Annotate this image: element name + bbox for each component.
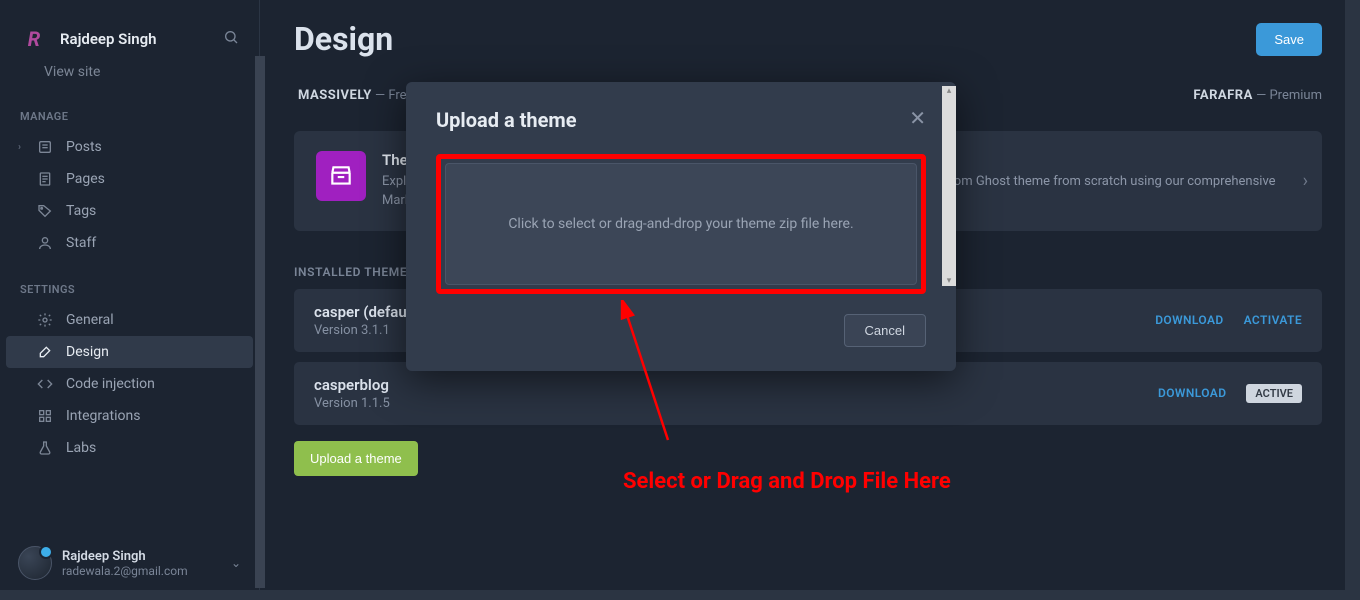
user-name: Rajdeep Singh <box>62 549 221 564</box>
sidebar: R Rajdeep Singh View site MANAGE › Posts… <box>0 0 260 600</box>
active-badge: ACTIVE <box>1246 384 1302 403</box>
sidebar-item-label: Labs <box>66 440 96 456</box>
theme-name: casper (default) <box>314 303 421 321</box>
theme-name: MASSIVELY <box>298 88 372 103</box>
sidebar-item-label: Staff <box>66 235 96 251</box>
sidebar-item-labs[interactable]: Labs <box>0 432 259 464</box>
theme-version: Version 3.1.1 <box>314 323 421 338</box>
sidebar-scrollbar[interactable] <box>255 56 265 588</box>
sidebar-item-integrations[interactable]: Integrations <box>0 400 259 432</box>
theme-name: FARAFRA <box>1193 88 1252 103</box>
download-button[interactable]: DOWNLOAD <box>1155 313 1223 327</box>
upload-theme-modal: Upload a theme ✕ Click to select or drag… <box>406 82 956 371</box>
labs-icon <box>36 440 54 456</box>
dropzone-annotation-border: Click to select or drag-and-drop your th… <box>436 154 926 294</box>
sidebar-item-label: Tags <box>66 203 96 219</box>
sidebar-item-label: Design <box>66 344 109 360</box>
activate-button[interactable]: ACTIVATE <box>1244 313 1302 327</box>
sidebar-item-staff[interactable]: Staff <box>0 227 259 259</box>
theme-actions: DOWNLOAD ACTIVE <box>1158 384 1302 403</box>
site-title: Rajdeep Singh <box>60 30 211 48</box>
sidebar-item-general[interactable]: General <box>0 304 259 336</box>
sidebar-item-tags[interactable]: Tags <box>0 195 259 227</box>
gear-icon <box>36 312 54 328</box>
chevron-right-icon: › <box>1303 170 1308 191</box>
page-title: Design <box>294 20 393 58</box>
theme-label-massively: MASSIVELY — Free <box>298 88 413 103</box>
upload-theme-button[interactable]: Upload a theme <box>294 441 418 476</box>
sidebar-item-label: Code injection <box>66 376 155 392</box>
window-scrollbar-vertical[interactable] <box>1345 0 1360 600</box>
sidebar-item-label: General <box>66 312 114 328</box>
theme-tier: — Premium <box>1256 88 1322 103</box>
modal-scrollbar[interactable]: ▴ ▾ <box>942 86 956 286</box>
modal-header: Upload a theme ✕ <box>436 108 926 132</box>
search-icon[interactable] <box>223 29 239 49</box>
theme-label-farafra: FARAFRA — Premium <box>1193 88 1322 103</box>
theme-row-casperblog: casperblog Version 1.1.5 DOWNLOAD ACTIVE <box>294 362 1322 425</box>
sidebar-view-site[interactable]: View site <box>0 58 259 86</box>
sidebar-item-design[interactable]: Design <box>6 336 253 368</box>
sidebar-item-pages[interactable]: Pages <box>0 163 259 195</box>
brush-icon <box>36 344 54 360</box>
modal-title: Upload a theme <box>436 108 577 132</box>
close-icon[interactable]: ✕ <box>909 108 926 128</box>
theme-meta: casper (default) Version 3.1.1 <box>314 303 421 338</box>
chevron-down-icon: ⌄ <box>231 556 241 570</box>
scroll-up-icon[interactable]: ▴ <box>942 86 956 96</box>
code-icon <box>36 376 54 392</box>
theme-meta: casperblog Version 1.1.5 <box>314 376 390 411</box>
sidebar-item-code-injection[interactable]: Code injection <box>0 368 259 400</box>
dropzone-text: Click to select or drag-and-drop your th… <box>508 216 853 232</box>
site-logo: R <box>20 25 48 53</box>
sidebar-section-manage: MANAGE <box>0 86 259 131</box>
download-button[interactable]: DOWNLOAD <box>1158 386 1226 400</box>
chevron-right-icon: › <box>18 142 21 153</box>
window-scrollbar-horizontal[interactable] <box>0 590 1360 600</box>
theme-actions: DOWNLOAD ACTIVATE <box>1155 313 1302 327</box>
theme-dropzone[interactable]: Click to select or drag-and-drop your th… <box>445 163 917 285</box>
sidebar-item-label: Integrations <box>66 408 140 424</box>
avatar <box>18 546 52 580</box>
sidebar-item-label: Pages <box>66 171 105 187</box>
marketplace-icon <box>316 151 366 201</box>
posts-icon <box>36 139 54 155</box>
staff-icon <box>36 235 54 251</box>
theme-name: casperblog <box>314 376 390 394</box>
theme-version: Version 1.1.5 <box>314 396 390 411</box>
page-header: Design Save <box>294 20 1322 58</box>
user-info: Rajdeep Singh radewala.2@gmail.com <box>62 549 221 578</box>
sidebar-section-settings: SETTINGS <box>0 259 259 304</box>
sidebar-item-label: Posts <box>66 139 102 155</box>
cancel-button[interactable]: Cancel <box>844 314 926 347</box>
pages-icon <box>36 171 54 187</box>
save-button[interactable]: Save <box>1256 23 1322 56</box>
view-site-label: View site <box>44 64 100 80</box>
modal-footer: Cancel <box>436 314 926 347</box>
tag-icon <box>36 203 54 219</box>
user-email: radewala.2@gmail.com <box>62 564 221 578</box>
scroll-down-icon[interactable]: ▾ <box>942 276 956 286</box>
integrations-icon <box>36 408 54 424</box>
sidebar-item-posts[interactable]: › Posts <box>0 131 259 163</box>
